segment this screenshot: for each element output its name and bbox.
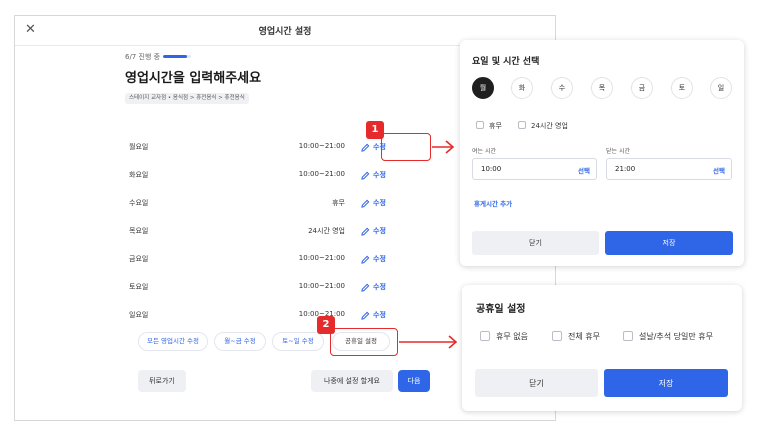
day-hours: 10:00~21:00 [298, 170, 345, 178]
modal-title: 영업시간 설정 [258, 27, 312, 37]
close-time-label: 닫는 시간 [606, 148, 630, 155]
day-row-sunday: 일요일 10:00~21:00 수정 [129, 307, 397, 323]
all-day-label: 24시간 영업 [531, 122, 568, 130]
day-hours: 10:00~21:00 [298, 254, 345, 262]
day-hours: 휴무 [332, 199, 345, 207]
edit-label: 수정 [373, 283, 386, 291]
panel-save-button[interactable]: 저장 [605, 231, 733, 255]
day-row-wednesday: 수요일 휴무 수정 [129, 195, 397, 211]
day-name: 화요일 [129, 171, 149, 179]
weekday-button-mon[interactable]: 월 [472, 77, 494, 99]
day-time-select-panel: 요일 및 시간 선택 월 화 수 목 금 토 일 휴무 24시간 영업 여는 시… [460, 40, 744, 266]
close-time-value: 21:00 [615, 165, 636, 173]
day-row-monday: 월요일 10:00~21:00 수정 [129, 139, 397, 155]
all-holiday-label: 전체 휴무 [568, 332, 600, 341]
add-break-time-link[interactable]: 휴게시간 추가 [474, 198, 512, 208]
highlight-box-holiday [330, 328, 398, 356]
no-holiday-label: 휴무 없음 [496, 332, 528, 341]
holiday-setting-panel: 공휴일 설정 휴무 없음 전체 휴무 설날/추석 당일만 휴무 닫기 저장 [462, 285, 742, 411]
day-off-checkbox[interactable] [476, 121, 484, 129]
no-holiday-checkbox[interactable] [480, 331, 490, 341]
panel-title: 공휴일 설정 [476, 304, 526, 315]
day-off-label: 휴무 [489, 122, 502, 130]
lunar-holiday-checkbox[interactable] [623, 331, 633, 341]
next-button[interactable]: 다음 [398, 370, 430, 392]
day-row-tuesday: 화요일 10:00~21:00 수정 [129, 167, 397, 183]
weekday-button-sat[interactable]: 토 [671, 77, 693, 99]
day-name: 토요일 [129, 283, 149, 291]
panel-close-button[interactable]: 닫기 [472, 231, 599, 255]
day-name: 일요일 [129, 311, 149, 319]
edit-label: 수정 [373, 227, 386, 235]
edit-button-saturday[interactable]: 수정 [357, 279, 397, 295]
breadcrumb: 스테이지 교자점 • 음식점 > 휴전음식 > 휴전음식 [125, 93, 249, 104]
day-row-saturday: 토요일 10:00~21:00 수정 [129, 279, 397, 295]
edit-label: 수정 [373, 171, 386, 179]
day-hours: 10:00~21:00 [298, 142, 345, 150]
holiday-close-button[interactable]: 닫기 [475, 369, 598, 397]
pencil-icon [361, 227, 370, 236]
edit-weekend-chip[interactable]: 토~일 수정 [272, 332, 324, 351]
edit-button-tuesday[interactable]: 수정 [357, 167, 397, 183]
lunar-holiday-label: 설날/추석 당일만 휴무 [639, 332, 714, 341]
page-title: 영업시간을 입력해주세요 [125, 71, 262, 86]
close-time-select[interactable]: 선택 [713, 165, 725, 175]
day-hours: 24시간 영업 [308, 227, 345, 235]
day-row-thursday: 목요일 24시간 영업 수정 [129, 223, 397, 239]
edit-label: 수정 [373, 255, 386, 263]
edit-button-sunday[interactable]: 수정 [357, 307, 397, 323]
progress-bar [163, 55, 191, 58]
weekday-button-fri[interactable]: 금 [631, 77, 653, 99]
day-name: 목요일 [129, 227, 149, 235]
progress-fill [163, 55, 188, 58]
close-time-field[interactable]: 21:00 선택 [606, 158, 732, 180]
edit-label: 수정 [373, 199, 386, 207]
progress-text: 6/7 진행 중 [125, 53, 161, 61]
weekday-button-sun[interactable]: 일 [710, 77, 732, 99]
day-name: 수요일 [129, 199, 149, 207]
weekday-button-thu[interactable]: 목 [591, 77, 613, 99]
edit-all-hours-chip[interactable]: 모든 영업시간 수정 [138, 332, 208, 351]
back-button[interactable]: 뒤로가기 [138, 370, 186, 392]
edit-weekdays-chip[interactable]: 월~금 수정 [214, 332, 266, 351]
edit-label: 수정 [373, 311, 386, 319]
day-name: 월요일 [129, 143, 149, 151]
open-time-field[interactable]: 10:00 선택 [472, 158, 597, 180]
day-hours: 10:00~21:00 [298, 282, 345, 290]
pencil-icon [361, 311, 370, 320]
open-time-select[interactable]: 선택 [578, 165, 590, 175]
pencil-icon [361, 255, 370, 264]
annotation-badge-1: 1 [366, 121, 384, 139]
all-day-checkbox[interactable] [518, 121, 526, 129]
open-time-label: 여는 시간 [472, 148, 496, 155]
pencil-icon [361, 199, 370, 208]
annotation-badge-2: 2 [317, 316, 335, 334]
edit-button-wednesday[interactable]: 수정 [357, 195, 397, 211]
open-time-value: 10:00 [481, 165, 502, 173]
day-name: 금요일 [129, 255, 149, 263]
weekday-button-wed[interactable]: 수 [551, 77, 573, 99]
pencil-icon [361, 171, 370, 180]
edit-button-friday[interactable]: 수정 [357, 251, 397, 267]
pencil-icon [361, 143, 370, 152]
edit-button-thursday[interactable]: 수정 [357, 223, 397, 239]
panel-title: 요일 및 시간 선택 [472, 57, 540, 67]
holiday-save-button[interactable]: 저장 [604, 369, 728, 397]
highlight-box-edit [381, 133, 431, 161]
set-later-button[interactable]: 나중에 설정 할게요 [311, 370, 393, 392]
pencil-icon [361, 283, 370, 292]
all-holiday-checkbox[interactable] [552, 331, 562, 341]
day-row-friday: 금요일 10:00~21:00 수정 [129, 251, 397, 267]
weekday-button-tue[interactable]: 화 [511, 77, 533, 99]
